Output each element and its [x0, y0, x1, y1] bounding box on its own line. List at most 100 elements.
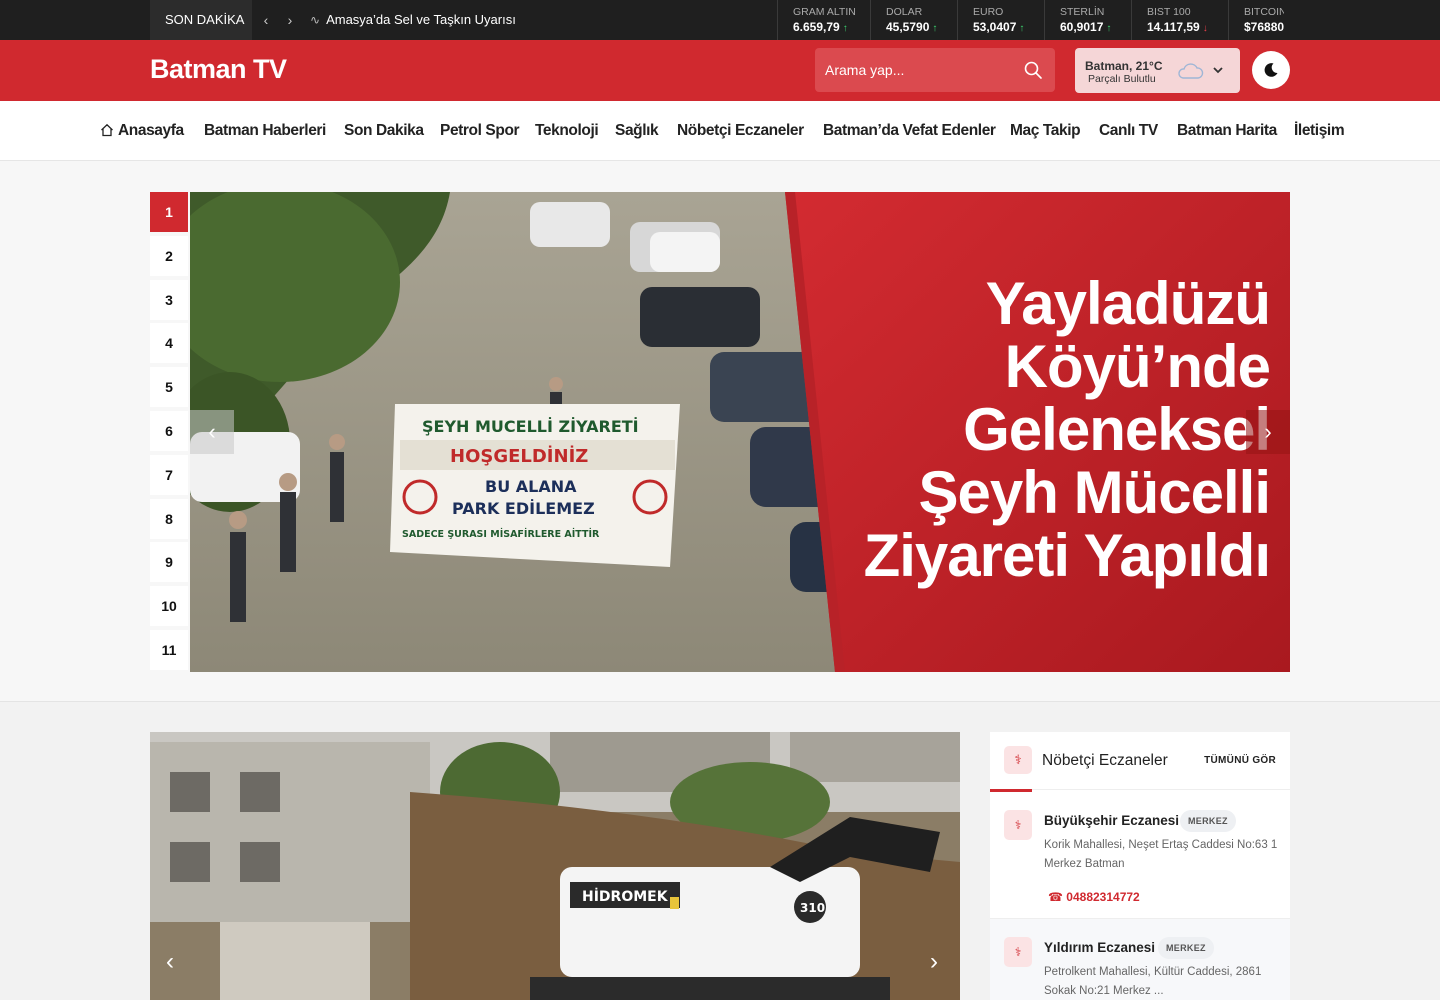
weather-widget[interactable]: Batman, 21°C Parçalı Bulutlu [1075, 48, 1240, 93]
slider-page-button[interactable]: 7 [150, 454, 188, 495]
market-value: $76880 [1244, 20, 1284, 34]
machine-model-label: 310 [800, 901, 825, 915]
nav-item-match-tracker[interactable]: Maç Takip [1010, 101, 1081, 161]
nav-item-obituaries[interactable]: Batman’da Vefat Edenler [823, 101, 996, 161]
market-label: GRAM ALTIN [793, 6, 856, 18]
market-item-dollar[interactable]: DOLAR 45,5790 ↑ [870, 0, 957, 40]
hero-prev-button[interactable]: ‹ [190, 410, 234, 454]
nav-item-pharmacies[interactable]: Nöbetçi Eczaneler [677, 101, 804, 161]
site-logo[interactable]: Batman TV [150, 54, 287, 85]
ticker-next-button[interactable]: › [278, 0, 302, 40]
nav-item-petrol-spor[interactable]: Petrol Spor [440, 101, 520, 161]
district-badge: MERKEZ [1158, 937, 1214, 959]
banner-line-4: PARK EDİLEMEZ [452, 499, 595, 518]
search-box[interactable]: Arama yap... [815, 48, 1055, 92]
news-slide-photo: HİDROMEK 310 [150, 732, 960, 1000]
market-item-bitcoin[interactable]: BITCOIN $76880 [1228, 0, 1284, 40]
pharmacy-list-item[interactable]: ⚕ Yıldırım Eczanesi MERKEZ Petrolkent Ma… [990, 918, 1290, 1000]
breaking-news-label: SON DAKİKA [150, 0, 252, 40]
home-icon [101, 123, 113, 137]
market-value: 53,0407 [973, 20, 1017, 34]
slider-page-button[interactable]: 1 [150, 192, 188, 232]
arrow-down-icon: ↓ [1202, 23, 1208, 34]
pharmacy-name: Büyükşehir Eczanesi [1044, 813, 1180, 828]
nav-label: Anasayfa [118, 122, 184, 139]
arrow-up-icon: ↑ [1106, 23, 1112, 34]
pharmacy-phone: 04882314772 [1066, 890, 1140, 904]
pharmacy-list-item[interactable]: ⚕ Büyükşehir Eczanesi MERKEZ Korik Mahal… [990, 792, 1290, 918]
search-icon[interactable] [1023, 60, 1043, 80]
widget-header: ⚕ Nöbetçi Eczaneler TÜMÜNÜ GÖR [990, 732, 1290, 790]
market-ticker: GRAM ALTIN 6.659,79 ↑ DOLAR 45,5790 ↑ EURO… [777, 0, 1284, 40]
pulse-icon: ∿ [310, 13, 321, 27]
slider-page-button[interactable]: 9 [150, 542, 188, 583]
news-slider-next-button[interactable]: › [914, 942, 954, 982]
slider-page-button[interactable]: 3 [150, 279, 188, 320]
banner-line-2: HOŞGELDİNİZ [450, 445, 588, 467]
market-item-bist100[interactable]: BIST 100 14.117,59 ↓ [1131, 0, 1228, 40]
arrow-up-icon: ↑ [932, 23, 938, 34]
phone-icon: ☎ [1048, 890, 1063, 904]
view-all-link[interactable]: TÜMÜNÜ GÖR [1204, 755, 1276, 766]
cloud-icon [1178, 63, 1204, 79]
hero-slide[interactable]: ŞEYH MUCELLİ ZİYARETİ HOŞGELDİNİZ BU ALA… [190, 192, 1290, 672]
machine-brand-label: HİDROMEK [582, 888, 669, 905]
slider-page-button[interactable]: 4 [150, 323, 188, 364]
market-label: STERLİN [1060, 6, 1105, 18]
slider-page-button[interactable]: 6 [150, 410, 188, 451]
search-input[interactable]: Arama yap... [825, 48, 904, 92]
weather-description: Parçalı Bulutlu [1088, 73, 1156, 85]
news-slider-prev-button[interactable]: ‹ [150, 942, 190, 982]
market-label: DOLAR [886, 6, 923, 18]
slider-page-button[interactable]: 10 [150, 586, 188, 627]
arrow-up-icon: ↑ [1019, 23, 1025, 34]
slider-page-button[interactable]: 2 [150, 235, 188, 276]
district-badge: MERKEZ [1180, 810, 1236, 832]
market-value: 45,5790 [886, 20, 930, 34]
site-header: Batman TV Arama yap... Batman, 21°C Parç… [0, 40, 1440, 101]
nav-item-batman-news[interactable]: Batman Haberleri [204, 101, 326, 161]
on-duty-pharmacies-widget: ⚕ Nöbetçi Eczaneler TÜMÜNÜ GÖR ⚕ Büyükşe… [990, 732, 1290, 1000]
hero-next-button[interactable]: › [1246, 410, 1290, 454]
nav-item-home[interactable]: Anasayfa [100, 101, 184, 161]
market-label: BITCOIN [1244, 6, 1284, 18]
market-item-sterling[interactable]: STERLİN 60,9017 ↑ [1044, 0, 1131, 40]
ticker-prev-button[interactable]: ‹ [254, 0, 278, 40]
pharmacy-name: Yıldırım Eczanesi [1044, 940, 1156, 955]
nav-item-map[interactable]: Batman Harita [1177, 101, 1277, 161]
widget-title: Nöbetçi Eczaneler [1042, 752, 1168, 769]
news-slider[interactable]: HİDROMEK 310 ‹ › [150, 732, 960, 1000]
market-label: EURO [973, 6, 1004, 18]
market-value: 60,9017 [1060, 20, 1104, 34]
market-item-euro[interactable]: EURO 53,0407 ↑ [957, 0, 1044, 40]
ticker-headline-link[interactable]: ∿ Amasya’da Sel ve Taşkın Uyarısı [310, 0, 516, 40]
market-value: 6.659,79 [793, 20, 840, 34]
slider-pagination: 1 2 3 4 5 6 7 8 9 10 11 [150, 192, 188, 674]
headline-slider-section: 1 2 3 4 5 6 7 8 9 10 11 ŞEYH MUCELLİ ZİY… [0, 161, 1440, 702]
ticker-headline-text: Amasya’da Sel ve Taşkın Uyarısı [326, 12, 516, 27]
chevron-down-icon[interactable] [1211, 63, 1225, 77]
dark-mode-toggle[interactable] [1252, 51, 1290, 89]
banner-line-1: ŞEYH MUCELLİ ZİYARETİ [422, 417, 639, 436]
market-item-gold[interactable]: GRAM ALTIN 6.659,79 ↑ [777, 0, 870, 40]
nav-item-technology[interactable]: Teknoloji [535, 101, 599, 161]
pharmacy-phone-link[interactable]: ☎ 04882314772 [1048, 890, 1140, 904]
hero-headline[interactable]: Yayladüzü Köyü’nde Geleneksel Şeyh Mücel… [850, 272, 1271, 587]
arrow-up-icon: ↑ [842, 23, 848, 34]
nav-item-live-tv[interactable]: Canlı TV [1099, 101, 1158, 161]
moon-icon [1264, 63, 1278, 77]
slider-page-button[interactable]: 11 [150, 629, 188, 670]
nav-item-health[interactable]: Sağlık [615, 101, 659, 161]
weather-city: Batman, 21°C [1085, 59, 1163, 73]
nav-item-breaking-news[interactable]: Son Dakika [344, 101, 424, 161]
pharmacy-icon: ⚕ [1004, 937, 1032, 967]
pharmacy-address: Korik Mahallesi, Neşet Ertaş Caddesi No:… [1044, 839, 1278, 870]
top-ticker-bar: SON DAKİKA ‹ › ∿ Amasya’da Sel ve Taşkın … [0, 0, 1440, 40]
slider-page-button[interactable]: 5 [150, 367, 188, 408]
market-value: 14.117,59 [1147, 20, 1200, 34]
banner-line-3: BU ALANA [485, 477, 577, 496]
market-label: BIST 100 [1147, 6, 1191, 18]
nav-item-contact[interactable]: İletişim [1294, 101, 1345, 161]
pharmacy-icon: ⚕ [1004, 810, 1032, 840]
slider-page-button[interactable]: 8 [150, 498, 188, 539]
